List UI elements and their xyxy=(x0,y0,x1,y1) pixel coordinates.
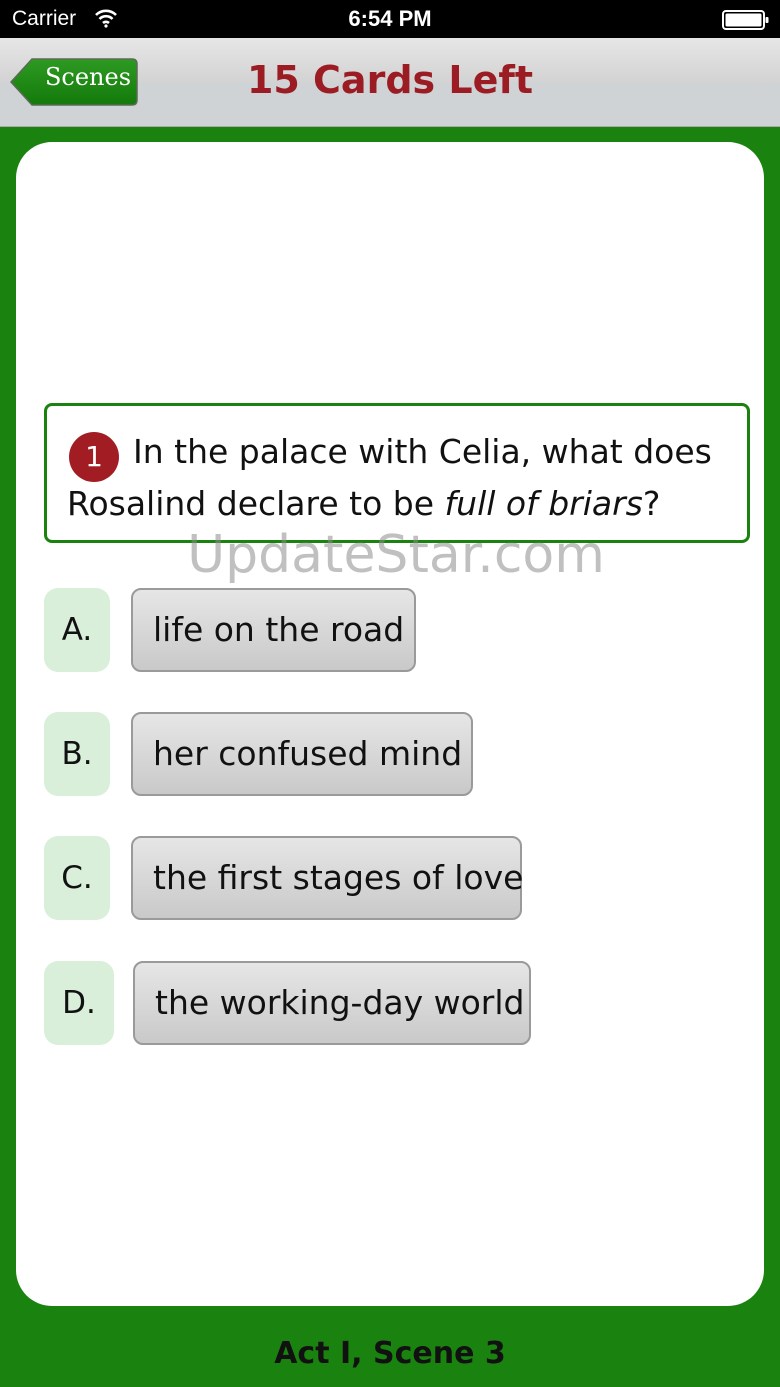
clock: 6:54 PM xyxy=(348,6,432,31)
option-d-button[interactable]: the working-day world xyxy=(133,961,531,1045)
option-b-button[interactable]: her confused mind xyxy=(131,712,473,796)
nav-bar: Scenes 15 Cards Left xyxy=(0,38,780,127)
cards-left-title: 15 Cards Left xyxy=(246,58,534,102)
status-bar: Carrier 6:54 PM xyxy=(0,0,780,38)
question-text-line1: In the palace with Celia, what does xyxy=(133,432,712,471)
question-text-line2: Rosalind declare to be full of briars? xyxy=(67,484,660,523)
option-c-letter: C. xyxy=(44,836,110,920)
battery-icon xyxy=(722,9,770,35)
question-text-suffix: ? xyxy=(642,484,661,523)
question-text-prefix: Rosalind declare to be xyxy=(67,484,445,523)
option-b-letter: B. xyxy=(44,712,110,796)
question-text-italic: full of briars xyxy=(444,484,643,523)
option-a-letter: A. xyxy=(44,588,110,672)
option-d-letter: D. xyxy=(44,961,114,1045)
question-number-badge: 1 xyxy=(69,432,119,482)
question-box: 1 In the palace with Celia, what does Ro… xyxy=(44,403,750,543)
question-card: 1 In the palace with Celia, what does Ro… xyxy=(16,142,764,1306)
option-a-button[interactable]: life on the road xyxy=(131,588,416,672)
option-c-button[interactable]: the first stages of love xyxy=(131,836,523,920)
scene-footer-label: Act I, Scene 3 xyxy=(274,1336,506,1371)
